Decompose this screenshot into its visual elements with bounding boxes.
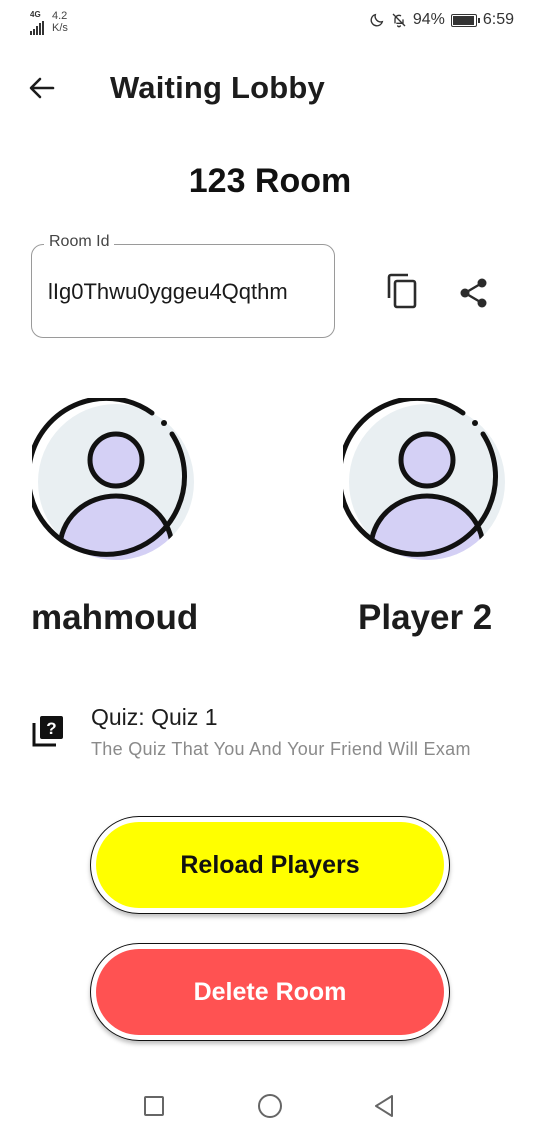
copy-icon (387, 273, 417, 309)
player-1-name: mahmoud (31, 598, 199, 637)
triangle-back-icon (375, 1095, 393, 1117)
moon-icon (370, 13, 384, 27)
system-status: 94% 6:59 (369, 11, 514, 29)
status-bar: 4G 4.2 K/s 94% 6:59 (0, 0, 540, 46)
network-status: 4G 4.2 K/s (30, 10, 68, 35)
network-type-label: 4G (30, 10, 41, 19)
recent-apps-button[interactable] (144, 1096, 164, 1116)
bell-off-icon (392, 13, 406, 28)
system-nav-bar (0, 1084, 540, 1130)
room-id-label: Room Id (44, 233, 115, 251)
quiz-library-icon: ? (31, 714, 65, 748)
quiz-subtitle: The Quiz That You And Your Friend Will E… (91, 739, 471, 759)
home-button[interactable] (258, 1094, 282, 1118)
room-id-value[interactable]: lIg0Thwu0yggeu4Qqthm (48, 279, 324, 305)
reload-players-button[interactable]: Reload Players (90, 816, 450, 914)
share-button[interactable] (457, 276, 491, 310)
battery-icon (450, 13, 480, 27)
network-speed-unit: K/s (52, 22, 68, 34)
share-icon (460, 278, 487, 308)
delete-room-button[interactable]: Delete Room (90, 943, 450, 1041)
clock: 6:59 (482, 11, 514, 28)
delete-button-label: Delete Room (193, 977, 347, 1006)
network-speed: 4.2 K/s (52, 10, 68, 34)
app-bar: Waiting Lobby (0, 60, 540, 116)
player-2-name: Player 2 (358, 598, 493, 637)
network-speed-value: 4.2 (52, 10, 68, 22)
signal-icon (30, 21, 44, 35)
player-1-avatar (26, 395, 200, 566)
quiz-title: Quiz: Quiz 1 (91, 704, 218, 730)
room-id-field[interactable]: Room Id lIg0Thwu0yggeu4Qqthm (31, 233, 335, 338)
player-2-avatar (337, 395, 511, 566)
user-avatar-icon (26, 395, 194, 560)
battery-percent: 94% (412, 11, 445, 28)
copy-button[interactable] (384, 272, 420, 310)
user-avatar-icon (337, 395, 505, 560)
room-title: 123 Room (188, 162, 352, 200)
svg-text:?: ? (46, 719, 56, 738)
reload-button-label: Reload Players (180, 850, 360, 879)
network-type: 4G (30, 10, 44, 35)
page-title: Waiting Lobby (110, 70, 325, 105)
system-back-button[interactable] (372, 1094, 396, 1118)
back-button[interactable] (26, 72, 58, 104)
arrow-left-icon (29, 77, 55, 99)
